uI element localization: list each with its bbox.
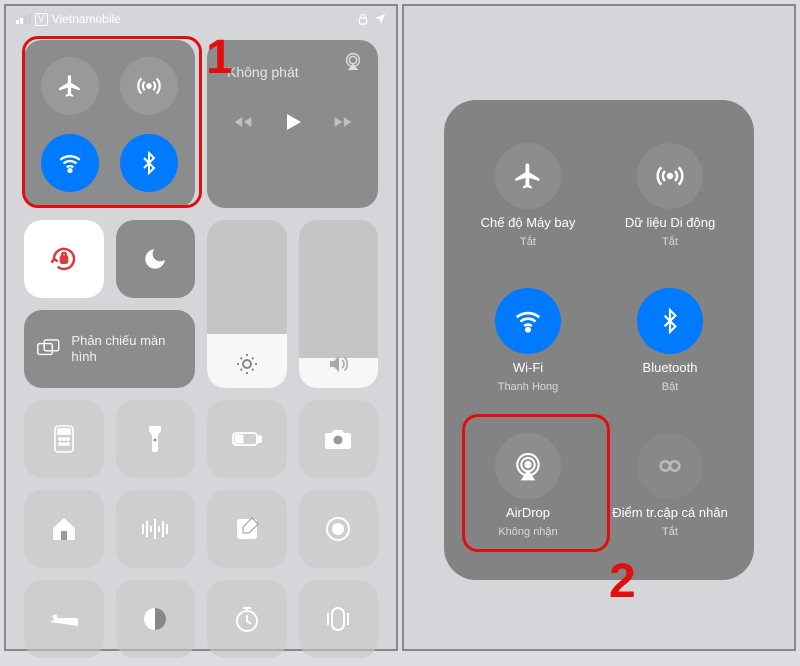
lock-icon (358, 13, 368, 25)
play-button[interactable] (281, 110, 305, 134)
wifi-label: Wi-Fi (513, 360, 543, 375)
flashlight-icon (146, 424, 164, 454)
timer-button[interactable] (207, 580, 287, 658)
home-icon (50, 516, 78, 542)
airdrop-status: Không nhận (498, 526, 557, 538)
home-button[interactable] (24, 490, 104, 568)
wifi-status: Thanh Hong (498, 381, 559, 393)
voice-memo-button[interactable] (116, 490, 196, 568)
bluetooth-icon (657, 308, 683, 334)
airdrop-item[interactable]: AirDrop Không nhận (462, 418, 594, 553)
moon-icon (142, 246, 168, 272)
carrier-indicator: V (35, 13, 48, 26)
bluetooth-icon (137, 151, 161, 175)
bluetooth-status: Bật (662, 381, 679, 393)
airplane-icon (57, 73, 83, 99)
connectivity-tile[interactable] (24, 40, 195, 208)
carrier-name: Vietnamobile (52, 12, 121, 26)
rotation-lock-icon (49, 244, 79, 274)
airplane-status: Tắt (520, 236, 536, 248)
screen-mirroring-icon (36, 337, 61, 361)
screen-record-button[interactable] (299, 490, 379, 568)
signal-bars-icon (16, 14, 31, 24)
camera-button[interactable] (299, 400, 379, 478)
wifi-toggle[interactable] (41, 134, 99, 192)
airdrop-icon (512, 450, 544, 482)
control-center: Không phát (6, 32, 396, 666)
airdrop-label: AirDrop (506, 505, 550, 520)
airplane-label: Chế độ Máy bay (481, 215, 576, 230)
volume-slider[interactable] (299, 220, 379, 388)
battery-icon (231, 430, 263, 448)
airplane-mode-toggle-lg (495, 143, 561, 209)
do-not-disturb-toggle[interactable] (116, 220, 196, 298)
cellular-label: Dữ liệu Di động (625, 215, 715, 230)
cellular-icon (655, 161, 685, 191)
airplay-icon[interactable] (342, 50, 364, 72)
calculator-button[interactable] (24, 400, 104, 478)
volume-icon (326, 352, 350, 376)
bluetooth-item[interactable]: Bluetooth Bật (604, 273, 736, 408)
next-track-button[interactable] (333, 112, 353, 132)
bluetooth-toggle[interactable] (120, 134, 178, 192)
hotspot-label: Điểm tr.cập cá nhân (612, 505, 728, 520)
dark-mode-icon (142, 606, 168, 632)
cellular-icon (136, 73, 162, 99)
hotspot-status: Tắt (662, 526, 678, 538)
location-icon (374, 13, 386, 25)
wifi-icon (57, 150, 83, 176)
screenshot-step-2: Chế độ Máy bay Tắt Dữ liệu Di động Tắt W… (402, 4, 796, 651)
step-1-label: 1 (206, 30, 233, 85)
cellular-status: Tắt (662, 236, 678, 248)
hotspot-item[interactable]: Điểm tr.cập cá nhân Tắt (604, 418, 736, 553)
flashlight-button[interactable] (116, 400, 196, 478)
previous-track-button[interactable] (233, 112, 253, 132)
screenshot-step-1: V Vietnamobile (4, 4, 398, 651)
ear-icon (326, 605, 350, 633)
screen-mirroring-label: Phản chiếu màn hình (71, 333, 183, 364)
airplane-mode-toggle[interactable] (41, 57, 99, 115)
record-icon (324, 515, 352, 543)
camera-icon (323, 427, 353, 451)
low-power-mode-button[interactable] (207, 400, 287, 478)
timer-icon (233, 605, 261, 633)
bed-icon (48, 608, 80, 630)
alarm-button[interactable] (24, 580, 104, 658)
airplane-icon (513, 161, 543, 191)
cellular-data-toggle[interactable] (120, 57, 178, 115)
status-bar: V Vietnamobile (6, 6, 396, 32)
brightness-slider[interactable] (207, 220, 287, 388)
airplane-mode-item[interactable]: Chế độ Máy bay Tắt (462, 128, 594, 263)
note-icon (234, 516, 260, 542)
screen-mirroring-button[interactable]: Phản chiếu màn hình (24, 310, 195, 388)
step-2-label: 2 (609, 554, 636, 609)
wifi-item[interactable]: Wi-Fi Thanh Hong (462, 273, 594, 408)
calculator-icon (52, 424, 76, 454)
brightness-icon (235, 352, 259, 376)
cellular-item[interactable]: Dữ liệu Di động Tắt (604, 128, 736, 263)
wifi-icon (513, 306, 543, 336)
notes-button[interactable] (207, 490, 287, 568)
connectivity-expanded: Chế độ Máy bay Tắt Dữ liệu Di động Tắt W… (444, 100, 754, 580)
waveform-icon (140, 518, 170, 540)
sound-recognition-button[interactable] (299, 580, 379, 658)
hotspot-icon (656, 452, 684, 480)
dark-mode-button[interactable] (116, 580, 196, 658)
bluetooth-label: Bluetooth (643, 360, 698, 375)
rotation-lock-toggle[interactable] (24, 220, 104, 298)
